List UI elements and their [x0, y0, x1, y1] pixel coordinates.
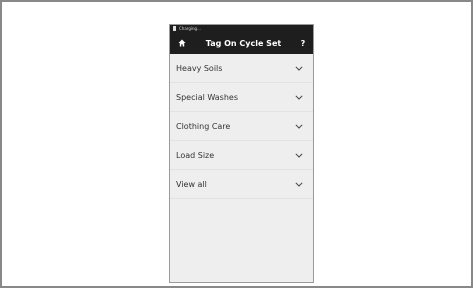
menu-item-special-washes[interactable]: Special Washes: [170, 83, 313, 112]
menu-item-label: Heavy Soils: [176, 64, 223, 73]
chevron-down-icon: [295, 124, 303, 129]
window-frame-top: [0, 0, 473, 2]
window-frame-left: [0, 0, 2, 288]
menu-item-clothing-care[interactable]: Clothing Care: [170, 112, 313, 141]
chevron-down-icon: [295, 153, 303, 158]
menu-item-heavy-soils[interactable]: Heavy Soils: [170, 54, 313, 83]
menu-item-label: View all: [176, 180, 207, 189]
menu-item-view-all[interactable]: View all: [170, 170, 313, 199]
phone-screen: Charging... Tag On Cycle Set ? Heavy Soi…: [169, 24, 314, 283]
status-text: Charging...: [179, 26, 201, 31]
help-icon[interactable]: ?: [298, 33, 308, 54]
cycle-category-list: Heavy Soils Special Washes Clothing Care…: [170, 54, 313, 199]
home-icon[interactable]: [178, 39, 186, 47]
menu-item-label: Clothing Care: [176, 122, 231, 131]
chevron-down-icon: [295, 66, 303, 71]
chevron-down-icon: [295, 182, 303, 187]
menu-item-label: Special Washes: [176, 93, 238, 102]
page-title: Tag On Cycle Set: [205, 39, 282, 48]
battery-icon: [173, 26, 176, 31]
status-bar: Charging...: [170, 25, 313, 33]
window-frame-bottom: [0, 286, 473, 288]
menu-item-load-size[interactable]: Load Size: [170, 141, 313, 170]
menu-item-label: Load Size: [176, 151, 215, 160]
app-bar: Tag On Cycle Set ?: [170, 33, 313, 54]
chevron-down-icon: [295, 95, 303, 100]
